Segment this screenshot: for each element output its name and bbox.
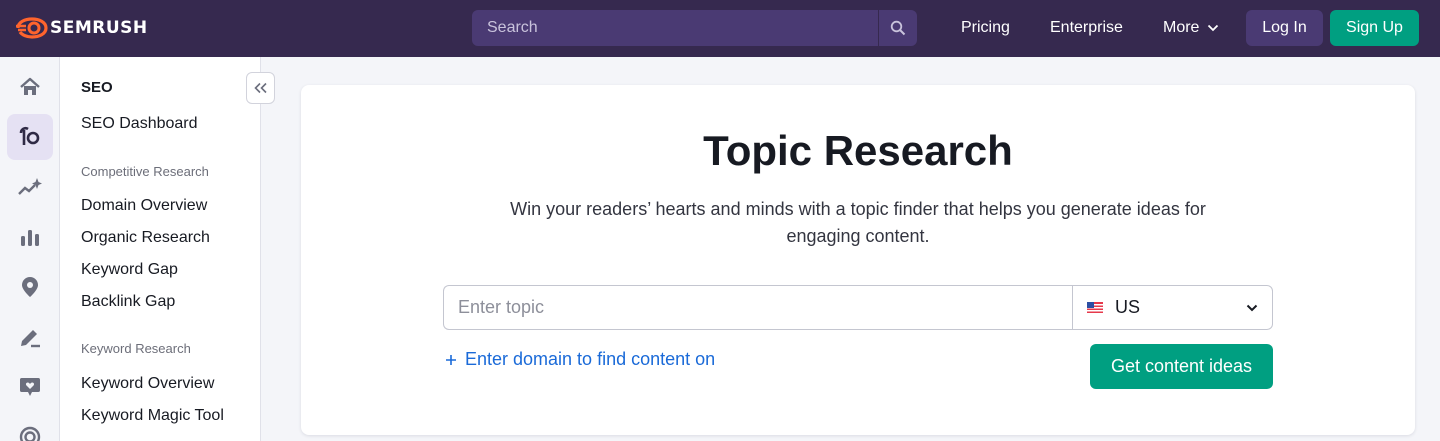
sidebar-item-seo-dashboard[interactable]: SEO Dashboard bbox=[81, 115, 198, 133]
page-title: Topic Research bbox=[703, 127, 1013, 174]
nav-more-label: More bbox=[1163, 19, 1200, 36]
chat-heart-icon bbox=[20, 378, 40, 396]
topic-input[interactable] bbox=[443, 285, 1073, 330]
rail-local[interactable] bbox=[7, 264, 53, 310]
sidebar-item-keyword-magic-tool[interactable]: Keyword Magic Tool bbox=[81, 407, 224, 425]
brand-name: SEMRUSH bbox=[50, 18, 148, 38]
semrush-logo-icon bbox=[16, 17, 48, 39]
nav-pricing-link[interactable]: Pricing bbox=[961, 19, 1010, 37]
sidebar-item-keyword-gap[interactable]: Keyword Gap bbox=[81, 261, 178, 279]
sidebar-item-domain-overview[interactable]: Domain Overview bbox=[81, 197, 207, 215]
chevron-down-icon bbox=[1208, 24, 1219, 32]
rail-ads[interactable] bbox=[7, 414, 53, 441]
add-domain-label: Enter domain to find content on bbox=[465, 349, 716, 369]
sparkle-chart-icon bbox=[18, 178, 42, 195]
global-search[interactable]: Search bbox=[472, 10, 917, 46]
rail-content[interactable] bbox=[7, 314, 53, 360]
bar-chart-icon bbox=[21, 230, 39, 246]
chevron-down-icon bbox=[1246, 304, 1258, 311]
rail-traffic[interactable] bbox=[7, 214, 53, 260]
search-button[interactable] bbox=[878, 10, 917, 46]
sidebar-item-backlink-gap[interactable]: Backlink Gap bbox=[81, 293, 175, 311]
sidebar-item-keyword-overview[interactable]: Keyword Overview bbox=[81, 375, 214, 393]
seo-sidebar: SEO SEO Dashboard Competitive Research D… bbox=[60, 57, 261, 441]
double-chevron-left-icon bbox=[253, 82, 267, 94]
page-subtitle: Win your readers’ hearts and minds with … bbox=[510, 199, 1206, 246]
rail-social[interactable] bbox=[7, 364, 53, 410]
home-icon bbox=[20, 77, 40, 95]
location-pin-icon bbox=[22, 277, 38, 297]
collapse-sidebar-button[interactable] bbox=[246, 72, 275, 104]
login-button[interactable]: Log In bbox=[1246, 10, 1323, 46]
signup-button[interactable]: Sign Up bbox=[1330, 10, 1419, 46]
search-icon bbox=[890, 20, 906, 36]
top-navigation-bar: SEMRUSH Search Pricing Enterprise More L… bbox=[0, 0, 1440, 57]
get-content-ideas-button[interactable]: Get content ideas bbox=[1090, 344, 1273, 389]
topic-research-card: Topic Research Win your readers’ hearts … bbox=[301, 85, 1415, 435]
add-domain-link[interactable]: Enter domain to find content on bbox=[445, 349, 715, 370]
rail-ai[interactable] bbox=[7, 164, 53, 210]
country-select[interactable]: US bbox=[1072, 285, 1273, 330]
sidebar-item-organic-research[interactable]: Organic Research bbox=[81, 229, 210, 247]
rail-home[interactable] bbox=[7, 64, 53, 110]
sidebar-group-keyword-research: Keyword Research bbox=[81, 341, 191, 356]
nav-more-menu[interactable]: More bbox=[1163, 19, 1219, 37]
seo-icon bbox=[19, 126, 40, 145]
tool-category-rail bbox=[0, 57, 60, 441]
sidebar-group-competitive-research: Competitive Research bbox=[81, 164, 209, 179]
country-value: US bbox=[1115, 297, 1141, 317]
search-input[interactable]: Search bbox=[472, 19, 878, 37]
plus-icon bbox=[446, 354, 456, 365]
sidebar-title: SEO bbox=[81, 79, 113, 96]
pen-icon bbox=[21, 330, 40, 348]
nav-enterprise-link[interactable]: Enterprise bbox=[1050, 19, 1123, 37]
rail-seo[interactable] bbox=[7, 114, 53, 160]
semrush-logo[interactable]: SEMRUSH bbox=[16, 17, 148, 39]
target-icon bbox=[19, 426, 41, 441]
us-flag-icon bbox=[1087, 302, 1103, 313]
